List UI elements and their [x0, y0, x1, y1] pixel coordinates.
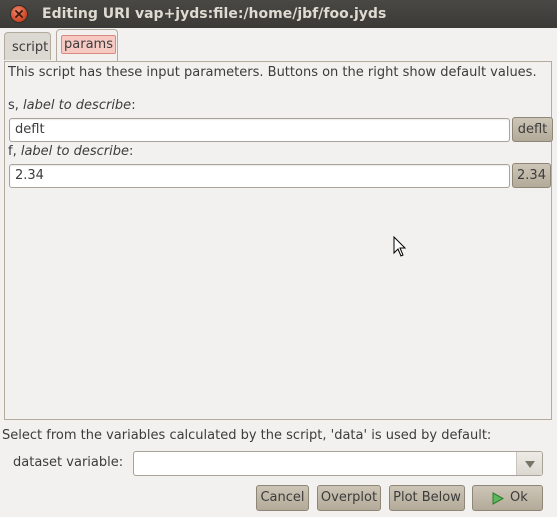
overplot-button[interactable]: Overplot — [317, 485, 381, 511]
title-bar: Editing URI vap+jyds:file:/home/jbf/foo.… — [0, 0, 557, 28]
dataset-variable-label: dataset variable: — [13, 455, 124, 470]
param-s-label: s, label to describe: — [8, 98, 136, 113]
close-icon — [15, 10, 23, 18]
plot-below-button[interactable]: Plot Below — [389, 485, 465, 511]
param-s-input[interactable]: deflt — [9, 118, 510, 142]
ok-button[interactable]: Ok — [472, 485, 543, 511]
param-f-name: f, — [8, 144, 21, 159]
dataset-variable-combo[interactable] — [133, 451, 543, 476]
param-s-default-button[interactable]: deflt — [512, 117, 553, 142]
param-f-default-label: 2.34 — [517, 168, 546, 183]
param-f-default-button[interactable]: 2.34 — [512, 163, 551, 188]
tab-params[interactable]: params — [56, 29, 118, 61]
param-s-name: s, — [8, 98, 24, 113]
combo-dropdown-button[interactable] — [516, 452, 542, 475]
ok-label: Ok — [510, 490, 528, 505]
window-title: Editing URI vap+jyds:file:/home/jbf/foo.… — [42, 6, 387, 22]
tab-params-label: params — [61, 35, 116, 54]
variables-hint: Select from the variables calculated by … — [2, 428, 492, 443]
param-f-label: f, label to describe: — [8, 144, 133, 159]
param-f-input[interactable]: 2.34 — [9, 164, 510, 188]
param-s-value: deflt — [15, 122, 45, 137]
param-s-suffix: : — [131, 98, 136, 113]
params-description: This script has these input parameters. … — [8, 65, 537, 80]
close-window-button[interactable] — [11, 6, 27, 22]
mouse-cursor-icon — [393, 235, 407, 262]
combo-arrow-icon — [525, 461, 535, 468]
param-f-suffix: : — [128, 144, 134, 159]
tab-script-label: script — [12, 40, 49, 55]
param-f-value: 2.34 — [15, 168, 44, 183]
cancel-button[interactable]: Cancel — [256, 485, 309, 511]
tab-script[interactable]: script — [4, 32, 51, 60]
play-icon — [492, 492, 504, 505]
param-s-default-label: deflt — [517, 122, 548, 137]
param-f-description: label to describe — [20, 144, 129, 159]
params-panel: This script has these input parameters. … — [4, 61, 553, 420]
param-s-description: label to describe — [23, 98, 132, 113]
